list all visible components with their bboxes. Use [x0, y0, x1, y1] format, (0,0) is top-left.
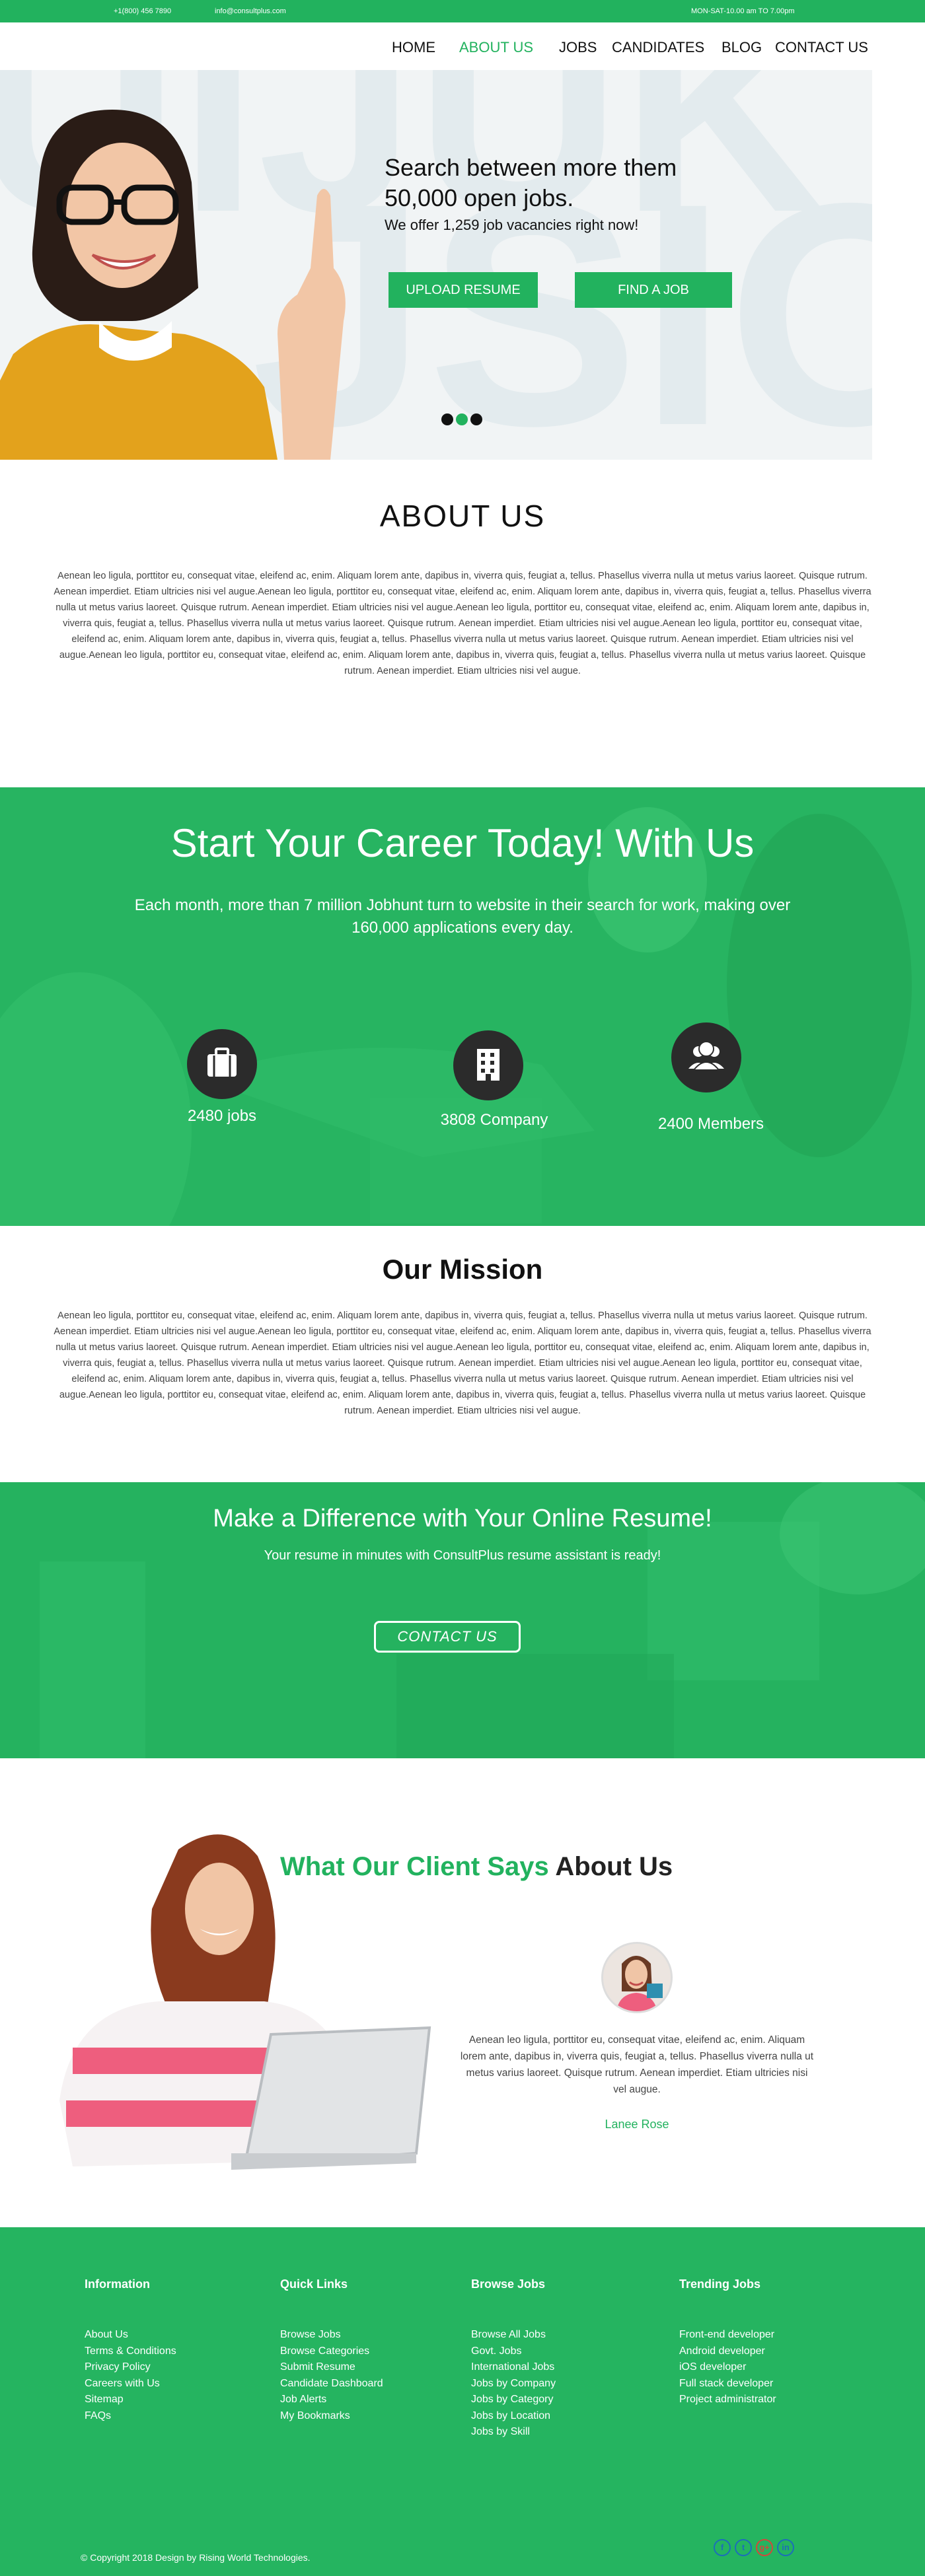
upload-resume-button[interactable]: UPLOAD RESUME	[388, 272, 538, 308]
footer-link[interactable]: Front-end developer	[679, 2327, 776, 2343]
footer-link[interactable]: Privacy Policy	[85, 2359, 176, 2376]
find-a-job-button[interactable]: FIND A JOB	[575, 272, 732, 308]
facebook-icon[interactable]: f	[714, 2539, 731, 2556]
footer-link[interactable]: Browse Categories	[280, 2343, 383, 2360]
footer-column-title: Browse Jobs	[471, 2277, 546, 2291]
resume-subtitle: Your resume in minutes with ConsultPlus …	[264, 1548, 661, 1563]
top-bar: +1(800) 456 7890 info@consultplus.com MO…	[0, 0, 925, 22]
footer-link[interactable]: Browse Jobs	[280, 2327, 383, 2343]
footer-link[interactable]: About Us	[85, 2327, 176, 2343]
footer-link[interactable]: iOS developer	[679, 2359, 776, 2376]
client-avatar	[601, 1942, 673, 2013]
hero-title-line-2: 50,000 open jobs.	[385, 184, 574, 211]
hero-title: Search between more them 50,000 open job…	[385, 153, 781, 213]
hero-title-line-1: Search between more them	[385, 154, 677, 181]
footer-column-quick-links: Quick Links Browse Jobs Browse Categorie…	[280, 2277, 383, 2424]
stat-jobs: 2480 jobs	[187, 1107, 257, 1125]
career-section: Start Your Career Today! With Us Each mo…	[0, 787, 925, 1226]
briefcase-icon	[187, 1029, 257, 1099]
linkedin-icon[interactable]: in	[777, 2539, 794, 2556]
members-icon	[671, 1022, 741, 1092]
footer-link[interactable]: Browse All Jobs	[471, 2327, 556, 2343]
footer-link[interactable]: Govt. Jobs	[471, 2343, 556, 2360]
twitter-icon[interactable]: t	[735, 2539, 752, 2556]
contact-us-button[interactable]: CONTACT US	[374, 1621, 521, 1653]
footer-link[interactable]: Candidate Dashboard	[280, 2376, 383, 2392]
stat-company: 3808 Company	[440, 1111, 548, 1129]
testimonial-client-name: Lanee Rose	[605, 2118, 669, 2131]
footer-link[interactable]: Careers with Us	[85, 2376, 176, 2392]
nav-candidates[interactable]: CANDIDATES	[612, 39, 704, 56]
building-icon	[453, 1030, 523, 1100]
hero-slider: UIJUK JSIOI Search between more them 50,…	[0, 70, 872, 460]
email-link[interactable]: info@consultplus.com	[215, 7, 286, 15]
footer-column-title: Information	[85, 2277, 150, 2291]
about-text: Aenean leo ligula, porttitor eu, consequ…	[54, 571, 871, 676]
footer: Information About Us Terms & Conditions …	[0, 2227, 925, 2576]
footer-column-information: Information About Us Terms & Conditions …	[85, 2277, 176, 2424]
testimonial-title: What Our Client Says About Us	[280, 1852, 673, 1882]
nav-blog[interactable]: BLOG	[722, 39, 762, 56]
stat-members: 2400 Members	[657, 1115, 764, 1133]
resume-section: Make a Difference with Your Online Resum…	[0, 1482, 925, 1758]
mission-title: Our Mission	[382, 1254, 543, 1285]
nav-about-us[interactable]: ABOUT US	[459, 39, 533, 56]
testimonial-title-dark: About Us	[555, 1852, 673, 1881]
main-nav: HOME ABOUT US JOBS CANDIDATES BLOG CONTA…	[0, 22, 925, 70]
footer-link[interactable]: Jobs by Company	[471, 2376, 556, 2392]
career-subtitle: Each month, more than 7 million Jobhunt …	[134, 896, 791, 937]
footer-link[interactable]: Jobs by Category	[471, 2392, 556, 2408]
footer-column-browse-jobs: Browse Jobs Browse All Jobs Govt. Jobs I…	[471, 2277, 556, 2441]
footer-link[interactable]: Project administrator	[679, 2392, 776, 2408]
testimonial-title-green: What Our Client Says	[280, 1852, 549, 1881]
nav-contact-us[interactable]: CONTACT US	[775, 39, 868, 56]
footer-link[interactable]: FAQs	[85, 2408, 176, 2425]
footer-link[interactable]: Full stack developer	[679, 2376, 776, 2392]
slider-dot-3[interactable]	[470, 413, 482, 425]
footer-link[interactable]: Sitemap	[85, 2392, 176, 2408]
about-title: ABOUT US	[379, 499, 546, 533]
opening-hours: MON-SAT-10.00 am TO 7.00pm	[691, 7, 795, 15]
footer-link[interactable]: International Jobs	[471, 2359, 556, 2376]
slider-dots	[441, 413, 485, 429]
hero-subtitle: We offer 1,259 job vacancies right now!	[385, 217, 639, 233]
footer-link[interactable]: Submit Resume	[280, 2359, 383, 2376]
phone-number[interactable]: +1(800) 456 7890	[114, 7, 171, 15]
footer-link[interactable]: Jobs by Skill	[471, 2424, 556, 2441]
nav-home[interactable]: HOME	[392, 39, 435, 56]
footer-column-title: Trending Jobs	[679, 2277, 761, 2291]
copyright-text: © Copyright 2018 Design by Rising World …	[81, 2552, 311, 2563]
footer-link[interactable]: Terms & Conditions	[85, 2343, 176, 2360]
footer-column-trending-jobs: Trending Jobs Front-end developer Androi…	[679, 2277, 776, 2408]
career-title: Start Your Career Today! With Us	[170, 821, 755, 865]
mission-text: Aenean leo ligula, porttitor eu, consequ…	[54, 1310, 871, 1416]
nav-jobs[interactable]: JOBS	[559, 39, 597, 56]
hero-woman-image	[0, 110, 346, 460]
slider-dot-1[interactable]	[441, 413, 453, 425]
footer-link[interactable]: Android developer	[679, 2343, 776, 2360]
testimonial-text: Aenean leo ligula, porttitor eu, consequ…	[460, 2034, 814, 2095]
footer-link[interactable]: My Bookmarks	[280, 2408, 383, 2425]
footer-column-title: Quick Links	[280, 2277, 348, 2291]
footer-link[interactable]: Jobs by Location	[471, 2408, 556, 2425]
footer-link[interactable]: Job Alerts	[280, 2392, 383, 2408]
resume-title: Make a Difference with Your Online Resum…	[213, 1505, 712, 1532]
slider-dot-2[interactable]	[456, 413, 468, 425]
google-plus-icon[interactable]: g+	[756, 2539, 773, 2556]
